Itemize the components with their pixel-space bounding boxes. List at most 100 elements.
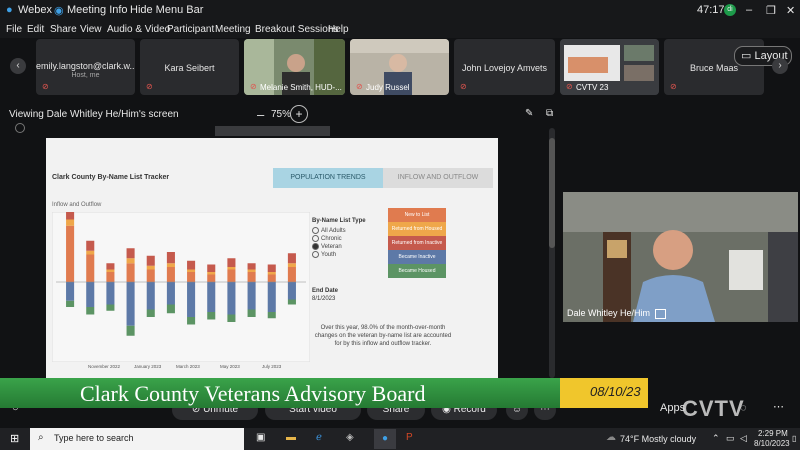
menu-file[interactable]: File bbox=[6, 24, 22, 35]
tracker-title: Clark County By-Name List Tracker bbox=[52, 174, 170, 181]
weather-text[interactable]: 74°F Mostly cloudy bbox=[620, 434, 696, 444]
menu-view[interactable]: View bbox=[80, 24, 102, 35]
presenter-video bbox=[563, 192, 798, 322]
participant-video bbox=[560, 39, 659, 95]
legend-became-inactive: Became Inactive bbox=[388, 250, 446, 264]
banner-date-box: 08/10/23 bbox=[560, 378, 648, 408]
strip-next-arrow-icon[interactable]: › bbox=[772, 58, 788, 74]
muted-mic-icon: ⊘ bbox=[42, 82, 49, 91]
volume-icon[interactable]: ◁ bbox=[740, 433, 747, 444]
participant-name: emily.langston@clark.w... bbox=[36, 61, 135, 71]
avatar[interactable]: di bbox=[724, 4, 736, 16]
radio-label: Chronic bbox=[321, 236, 342, 243]
webex-taskbar-icon[interactable]: ● bbox=[374, 429, 396, 449]
participant-name: Kara Seibert bbox=[164, 63, 215, 73]
chart-bar-segment bbox=[267, 274, 276, 282]
strip-prev-arrow-icon[interactable]: ‹ bbox=[10, 58, 26, 74]
more-icon[interactable]: ⋯ bbox=[773, 400, 784, 413]
zoom-out-button[interactable]: – bbox=[257, 107, 264, 122]
tab-inflow-outflow[interactable]: INFLOW AND OUTFLOW bbox=[383, 168, 493, 188]
weather-icon: ☁ bbox=[606, 432, 616, 443]
radio-label: Veteran bbox=[321, 244, 342, 251]
meeting-info-button[interactable]: Meeting Info bbox=[67, 4, 128, 16]
chart-bar-segment bbox=[207, 272, 216, 275]
muted-mic-icon: ⊘ bbox=[670, 82, 677, 91]
radio-veteran[interactable]: Veteran bbox=[312, 243, 342, 250]
edge-icon[interactable]: ℯ bbox=[316, 432, 322, 443]
powerpoint-icon[interactable]: P bbox=[406, 432, 413, 443]
chart-bar-segment bbox=[267, 282, 276, 312]
participant-role: Host, me bbox=[71, 72, 100, 79]
participant-tile-cvtv[interactable]: ⊘ CVTV 23 bbox=[560, 39, 659, 95]
menu-help[interactable]: Help bbox=[328, 24, 349, 35]
x-tick-label: May 2023 bbox=[220, 364, 240, 369]
chart-bar-segment bbox=[146, 255, 155, 266]
zoom-in-button[interactable]: + bbox=[290, 105, 308, 123]
pointer-icon[interactable] bbox=[15, 123, 25, 133]
broadcast-banner: Clark County Veterans Advisory Board 08/… bbox=[0, 378, 648, 408]
participant-tile-judy[interactable]: ⊘ Judy Russel bbox=[350, 39, 449, 95]
x-tick-label: July 2023 bbox=[262, 364, 282, 369]
participant-tile-melanie[interactable]: ⊘ Melanie Smith, HUD-... bbox=[244, 39, 345, 95]
chart-bar-segment bbox=[287, 263, 296, 267]
caption-badge-icon bbox=[655, 309, 666, 319]
close-icon[interactable]: ✕ bbox=[786, 4, 795, 17]
chart-bar-segment bbox=[247, 282, 256, 310]
viewing-label: Viewing Dale Whitley He/Him's screen bbox=[9, 109, 179, 120]
chart-bar-segment bbox=[66, 212, 75, 220]
popout-icon[interactable]: ⧉ bbox=[546, 108, 553, 119]
file-explorer-icon[interactable]: ▬ bbox=[286, 432, 296, 443]
end-date-value[interactable]: 8/1/2023 bbox=[312, 296, 335, 302]
tray-chevron-icon[interactable]: ⌃ bbox=[712, 433, 720, 444]
network-icon[interactable]: ▭ bbox=[726, 433, 735, 444]
scrollbar[interactable] bbox=[549, 128, 555, 378]
chart-bar-segment bbox=[86, 254, 95, 282]
hide-menu-bar-button[interactable]: Hide Menu Bar bbox=[130, 4, 203, 16]
task-view-icon[interactable]: ▣ bbox=[256, 432, 265, 443]
menu-participant[interactable]: Participant bbox=[167, 24, 214, 35]
maximize-icon[interactable]: ❐ bbox=[766, 4, 776, 17]
clock-time[interactable]: 2:29 PM bbox=[758, 429, 788, 438]
participant-caption: Judy Russel bbox=[366, 83, 410, 92]
presenter-caption: Dale Whitley He/Him bbox=[567, 308, 651, 318]
chart-bar-segment bbox=[126, 258, 135, 264]
muted-mic-icon: ⊘ bbox=[566, 82, 573, 91]
chart-bar-segment bbox=[267, 264, 276, 272]
notification-icon[interactable]: ▯ bbox=[792, 434, 796, 443]
chart-bar-segment bbox=[146, 309, 155, 317]
participant-tile-john[interactable]: John Lovejoy Amvets ⊘ bbox=[454, 39, 555, 95]
inflow-outflow-chart bbox=[52, 212, 310, 362]
chart-bar-segment bbox=[106, 304, 115, 311]
minimize-icon[interactable]: – bbox=[746, 4, 752, 16]
layout-icon: ▭ bbox=[741, 50, 752, 62]
radio-chronic[interactable]: Chronic bbox=[312, 235, 342, 242]
webex-logo-icon: ● bbox=[6, 4, 13, 16]
menu-bar: File Edit Share View Audio & Video Parti… bbox=[0, 22, 800, 38]
menu-audio-video[interactable]: Audio & Video bbox=[107, 24, 170, 35]
menu-meeting[interactable]: Meeting bbox=[215, 24, 251, 35]
tab-population-trends[interactable]: POPULATION TRENDS bbox=[273, 168, 383, 188]
presenter-video-tile[interactable]: Dale Whitley He/Him bbox=[563, 192, 798, 322]
windows-start-icon[interactable]: ⊞ bbox=[10, 432, 19, 445]
banner-title: Clark County Veterans Advisory Board bbox=[80, 381, 426, 406]
participant-tile-emily[interactable]: emily.langston@clark.w... Host, me ⊘ bbox=[36, 39, 135, 95]
muted-mic-icon: ⊘ bbox=[356, 82, 363, 91]
clock-date[interactable]: 8/10/2023 bbox=[754, 439, 790, 448]
shared-screen: Clark County By-Name List Tracker POPULA… bbox=[46, 138, 498, 380]
radio-youth[interactable]: Youth bbox=[312, 251, 336, 258]
menu-breakout-sessions[interactable]: Breakout Sessions bbox=[255, 24, 338, 35]
chart-bar-segment bbox=[227, 267, 236, 270]
chart-bar-segment bbox=[187, 269, 196, 272]
app-icon[interactable]: ◈ bbox=[346, 432, 354, 443]
taskbar-search[interactable]: ⌕ Type here to search bbox=[30, 428, 244, 450]
legend-became-housed: Became Housed bbox=[388, 264, 446, 278]
participant-caption: Melanie Smith, HUD-... bbox=[260, 83, 342, 92]
chart-bar-segment bbox=[247, 272, 256, 282]
menu-share[interactable]: Share bbox=[50, 24, 77, 35]
participant-tile-kara[interactable]: Kara Seibert ⊘ bbox=[140, 39, 239, 95]
radio-all-adults[interactable]: All Adults bbox=[312, 227, 346, 234]
annotate-icon[interactable]: ✎ bbox=[525, 108, 533, 119]
scrollbar-thumb[interactable] bbox=[549, 138, 555, 248]
chart-bar-segment bbox=[207, 312, 216, 320]
menu-edit[interactable]: Edit bbox=[27, 24, 44, 35]
